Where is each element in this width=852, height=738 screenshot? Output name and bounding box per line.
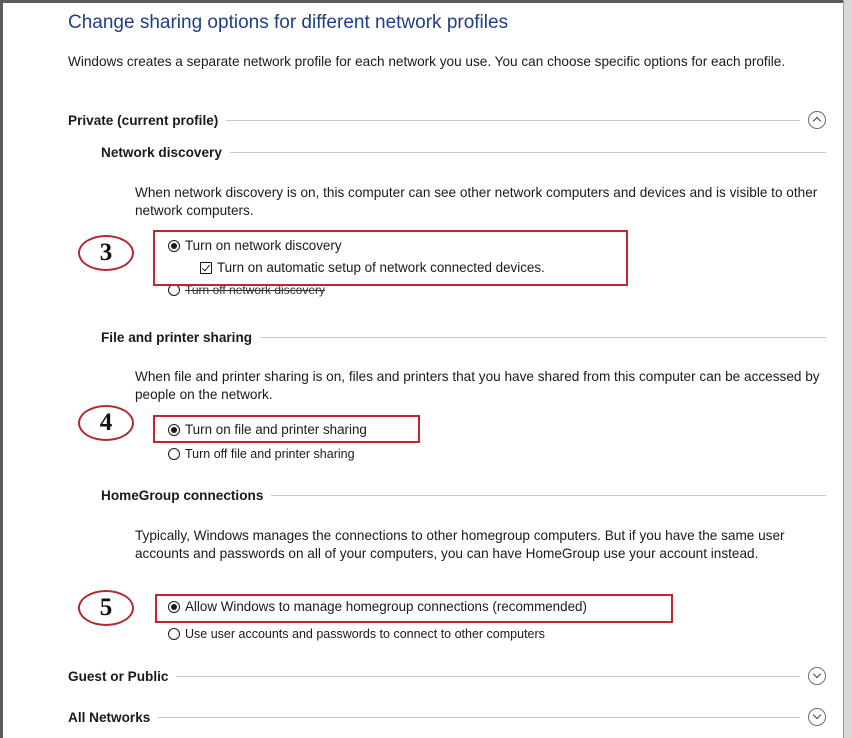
section-divider [226, 119, 800, 121]
profile-all-networks-label: All Networks [68, 709, 151, 725]
file-printer-sharing-header: File and printer sharing [101, 330, 826, 345]
highlight-box-step-5 [155, 594, 673, 623]
section-divider [271, 495, 826, 496]
radio-unselected-icon [168, 628, 180, 640]
window-frame-left [0, 0, 3, 738]
section-divider [158, 716, 800, 718]
file-printer-sharing-label: File and printer sharing [101, 330, 253, 345]
section-divider [260, 337, 826, 338]
chevron-down-circle-icon[interactable] [808, 667, 826, 685]
homegroup-label: HomeGroup connections [101, 488, 264, 503]
step-badge-4: 4 [78, 405, 134, 441]
option-label: Use user accounts and passwords to conne… [185, 627, 545, 641]
window-frame-top [0, 0, 852, 3]
highlight-box-step-3 [153, 230, 628, 286]
profile-private-header[interactable]: Private (current profile) [68, 111, 826, 129]
radio-turn-off-file-printer-sharing[interactable]: Turn off file and printer sharing [168, 447, 355, 461]
network-discovery-label: Network discovery [101, 145, 222, 160]
profile-all-networks-header[interactable]: All Networks [68, 708, 826, 726]
vertical-scrollbar[interactable] [843, 0, 852, 738]
highlight-box-step-4 [153, 415, 420, 443]
profile-guest-header[interactable]: Guest or Public [68, 667, 826, 685]
option-label: Turn off file and printer sharing [185, 447, 355, 461]
chevron-up-circle-icon[interactable] [808, 111, 826, 129]
radio-use-user-accounts[interactable]: Use user accounts and passwords to conne… [168, 627, 545, 641]
profile-private-label: Private (current profile) [68, 112, 219, 128]
intro-text: Windows creates a separate network profi… [68, 54, 786, 69]
section-divider [176, 675, 800, 677]
network-discovery-header: Network discovery [101, 145, 826, 160]
homegroup-header: HomeGroup connections [101, 488, 826, 503]
step-badge-3: 3 [78, 235, 134, 271]
network-discovery-description: When network discovery is on, this compu… [135, 185, 818, 218]
step-badge-5: 5 [78, 590, 134, 626]
section-divider [229, 152, 826, 153]
profile-guest-label: Guest or Public [68, 668, 169, 684]
chevron-down-circle-icon[interactable] [808, 708, 826, 726]
radio-unselected-icon [168, 448, 180, 460]
homegroup-description: Typically, Windows manages the connectio… [135, 528, 785, 561]
file-printer-sharing-description: When file and printer sharing is on, fil… [135, 369, 820, 402]
page-title: Change sharing options for different net… [68, 12, 509, 33]
